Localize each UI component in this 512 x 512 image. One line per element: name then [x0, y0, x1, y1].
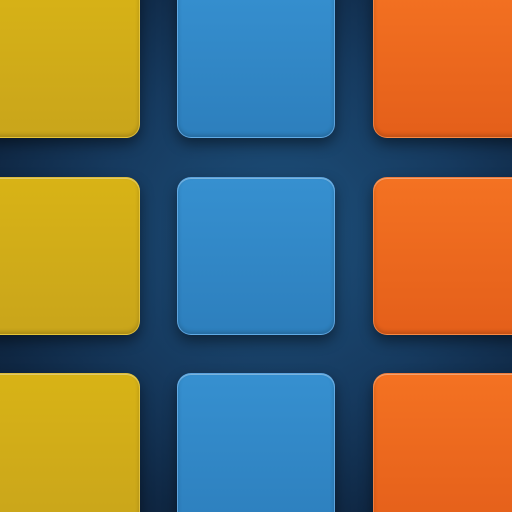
game-board [0, 0, 512, 512]
tile-blue-r3-c2[interactable] [177, 373, 335, 512]
tile-blue-r1-c2[interactable] [177, 0, 335, 138]
tile-orange-r3-c3[interactable] [373, 373, 512, 512]
tile-yellow-r1-c1[interactable] [0, 0, 140, 138]
tile-yellow-r3-c1[interactable] [0, 373, 140, 512]
tile-orange-r1-c3[interactable] [373, 0, 512, 138]
tile-yellow-r2-c1[interactable] [0, 177, 140, 335]
tile-blue-r2-c2[interactable] [177, 177, 335, 335]
tile-orange-r2-c3[interactable] [373, 177, 512, 335]
